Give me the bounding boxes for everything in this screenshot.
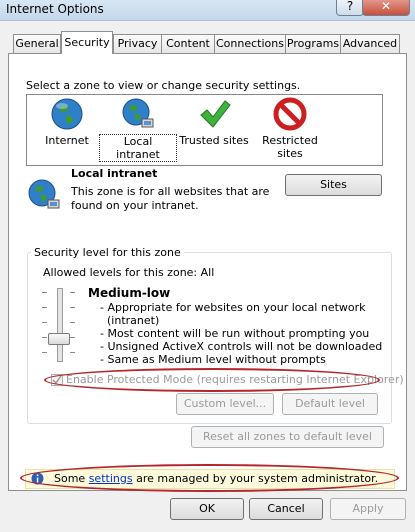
tab-programs[interactable]: Programs xyxy=(285,34,341,53)
apply-button[interactable]: Apply xyxy=(330,498,406,520)
level-description-line: (intranet) xyxy=(107,314,160,327)
slider-tick xyxy=(70,352,75,353)
security-level-group-title: Security level for this zone xyxy=(31,246,184,259)
slider-thumb[interactable] xyxy=(48,333,70,345)
slider-tick xyxy=(70,322,75,323)
cancel-button[interactable]: Cancel xyxy=(249,498,323,520)
zone-internet[interactable]: Internet xyxy=(32,97,102,147)
slider-tick xyxy=(42,307,47,308)
slider-tick xyxy=(70,337,75,338)
zone-label: Local intranet xyxy=(99,134,177,162)
tab-general[interactable]: General xyxy=(13,34,61,53)
custom-level-button[interactable]: Custom level... xyxy=(176,393,274,415)
no-entry-icon xyxy=(273,97,307,131)
zone-label: Trusted sites xyxy=(179,134,249,147)
checkmark-icon xyxy=(200,100,231,128)
security-level-slider[interactable] xyxy=(57,288,63,362)
globe-icon xyxy=(51,98,83,130)
tab-privacy[interactable]: Privacy xyxy=(113,34,162,53)
sites-button[interactable]: Sites xyxy=(285,174,382,196)
allowed-levels-label: Allowed levels for this zone: All xyxy=(43,266,215,279)
internet-options-window: Internet Options ? ✕ General Security Pr… xyxy=(0,0,415,532)
tab-content[interactable]: Content xyxy=(161,34,215,53)
zone-trusted-sites[interactable]: Trusted sites xyxy=(179,97,249,147)
window-title: Internet Options xyxy=(6,2,104,16)
zone-local-intranet[interactable]: Local intranet xyxy=(99,97,177,162)
annotation-circle-protected-mode xyxy=(44,368,380,392)
slider-tick xyxy=(42,337,47,338)
level-description-line: - Unsigned ActiveX controls will not be … xyxy=(100,340,383,353)
title-bar: Internet Options ? ✕ xyxy=(0,0,415,21)
zone-label: Internet xyxy=(45,134,89,147)
zone-label: Restricted sites xyxy=(262,134,318,160)
tab-connections[interactable]: Connections xyxy=(214,34,286,53)
zone-restricted-sites[interactable]: Restricted sites xyxy=(255,97,325,160)
selected-zone-description-line2: found on your intranet. xyxy=(71,199,199,212)
slider-tick xyxy=(42,292,47,293)
selected-zone-name: Local intranet xyxy=(71,167,158,180)
level-description-line: - Same as Medium level without prompts xyxy=(100,353,326,366)
level-description-line: - Appropriate for websites on your local… xyxy=(100,301,366,314)
tab-advanced[interactable]: Advanced xyxy=(340,34,400,53)
zone-instruction: Select a zone to view or change security… xyxy=(26,79,301,92)
slider-tick xyxy=(70,292,75,293)
close-button[interactable]: ✕ xyxy=(362,0,410,16)
slider-tick xyxy=(42,352,47,353)
help-button[interactable]: ? xyxy=(336,0,364,16)
tab-security[interactable]: Security xyxy=(61,31,113,54)
reset-all-zones-button[interactable]: Reset all zones to default level xyxy=(191,426,384,448)
ok-button[interactable]: OK xyxy=(170,498,244,520)
slider-tick xyxy=(42,322,47,323)
slider-tick xyxy=(70,307,75,308)
intranet-globe-icon xyxy=(28,179,60,209)
level-description-line: - Most content will be run without promp… xyxy=(100,327,370,340)
intranet-globe-icon xyxy=(122,98,154,128)
selected-zone-description-line1: This zone is for all websites that are xyxy=(71,185,270,198)
security-level-name: Medium-low xyxy=(88,286,171,300)
default-level-button[interactable]: Default level xyxy=(282,393,378,415)
zone-list: Internet Local intranet Trusted sites Re… xyxy=(26,94,383,166)
annotation-circle-info-bar xyxy=(20,464,399,492)
